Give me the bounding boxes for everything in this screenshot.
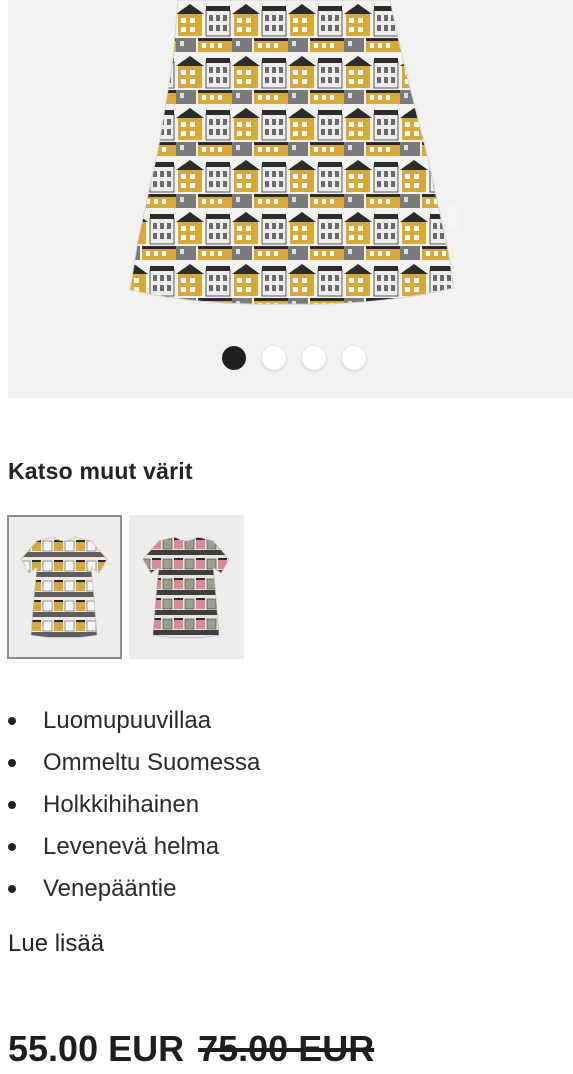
product-image-carousel[interactable] [8, 0, 573, 398]
color-swatch-image [142, 536, 230, 639]
carousel-pagination [8, 346, 573, 372]
color-swatch-image [20, 536, 108, 639]
carousel-dot[interactable] [302, 346, 326, 370]
carousel-dot[interactable] [262, 346, 286, 370]
color-swatch-pink[interactable] [129, 515, 244, 659]
original-price: 75.00 EUR [198, 1028, 375, 1069]
price: 55.00 EUR 75.00 EUR [8, 1028, 374, 1070]
bullet-icon [8, 843, 16, 851]
carousel-dot[interactable] [222, 346, 246, 370]
color-swatch-yellow[interactable] [7, 515, 122, 659]
current-price: 55.00 EUR [8, 1028, 185, 1069]
bullet-icon [8, 801, 16, 809]
read-more-link[interactable]: Lue lisää [8, 930, 104, 958]
bullet-icon [8, 885, 16, 893]
carousel-dot[interactable] [342, 346, 366, 370]
bullet-icon [8, 759, 16, 767]
other-colors-heading: Katso muut värit [8, 458, 193, 484]
bullet-icon [8, 717, 16, 725]
product-dress-image [129, 0, 459, 305]
